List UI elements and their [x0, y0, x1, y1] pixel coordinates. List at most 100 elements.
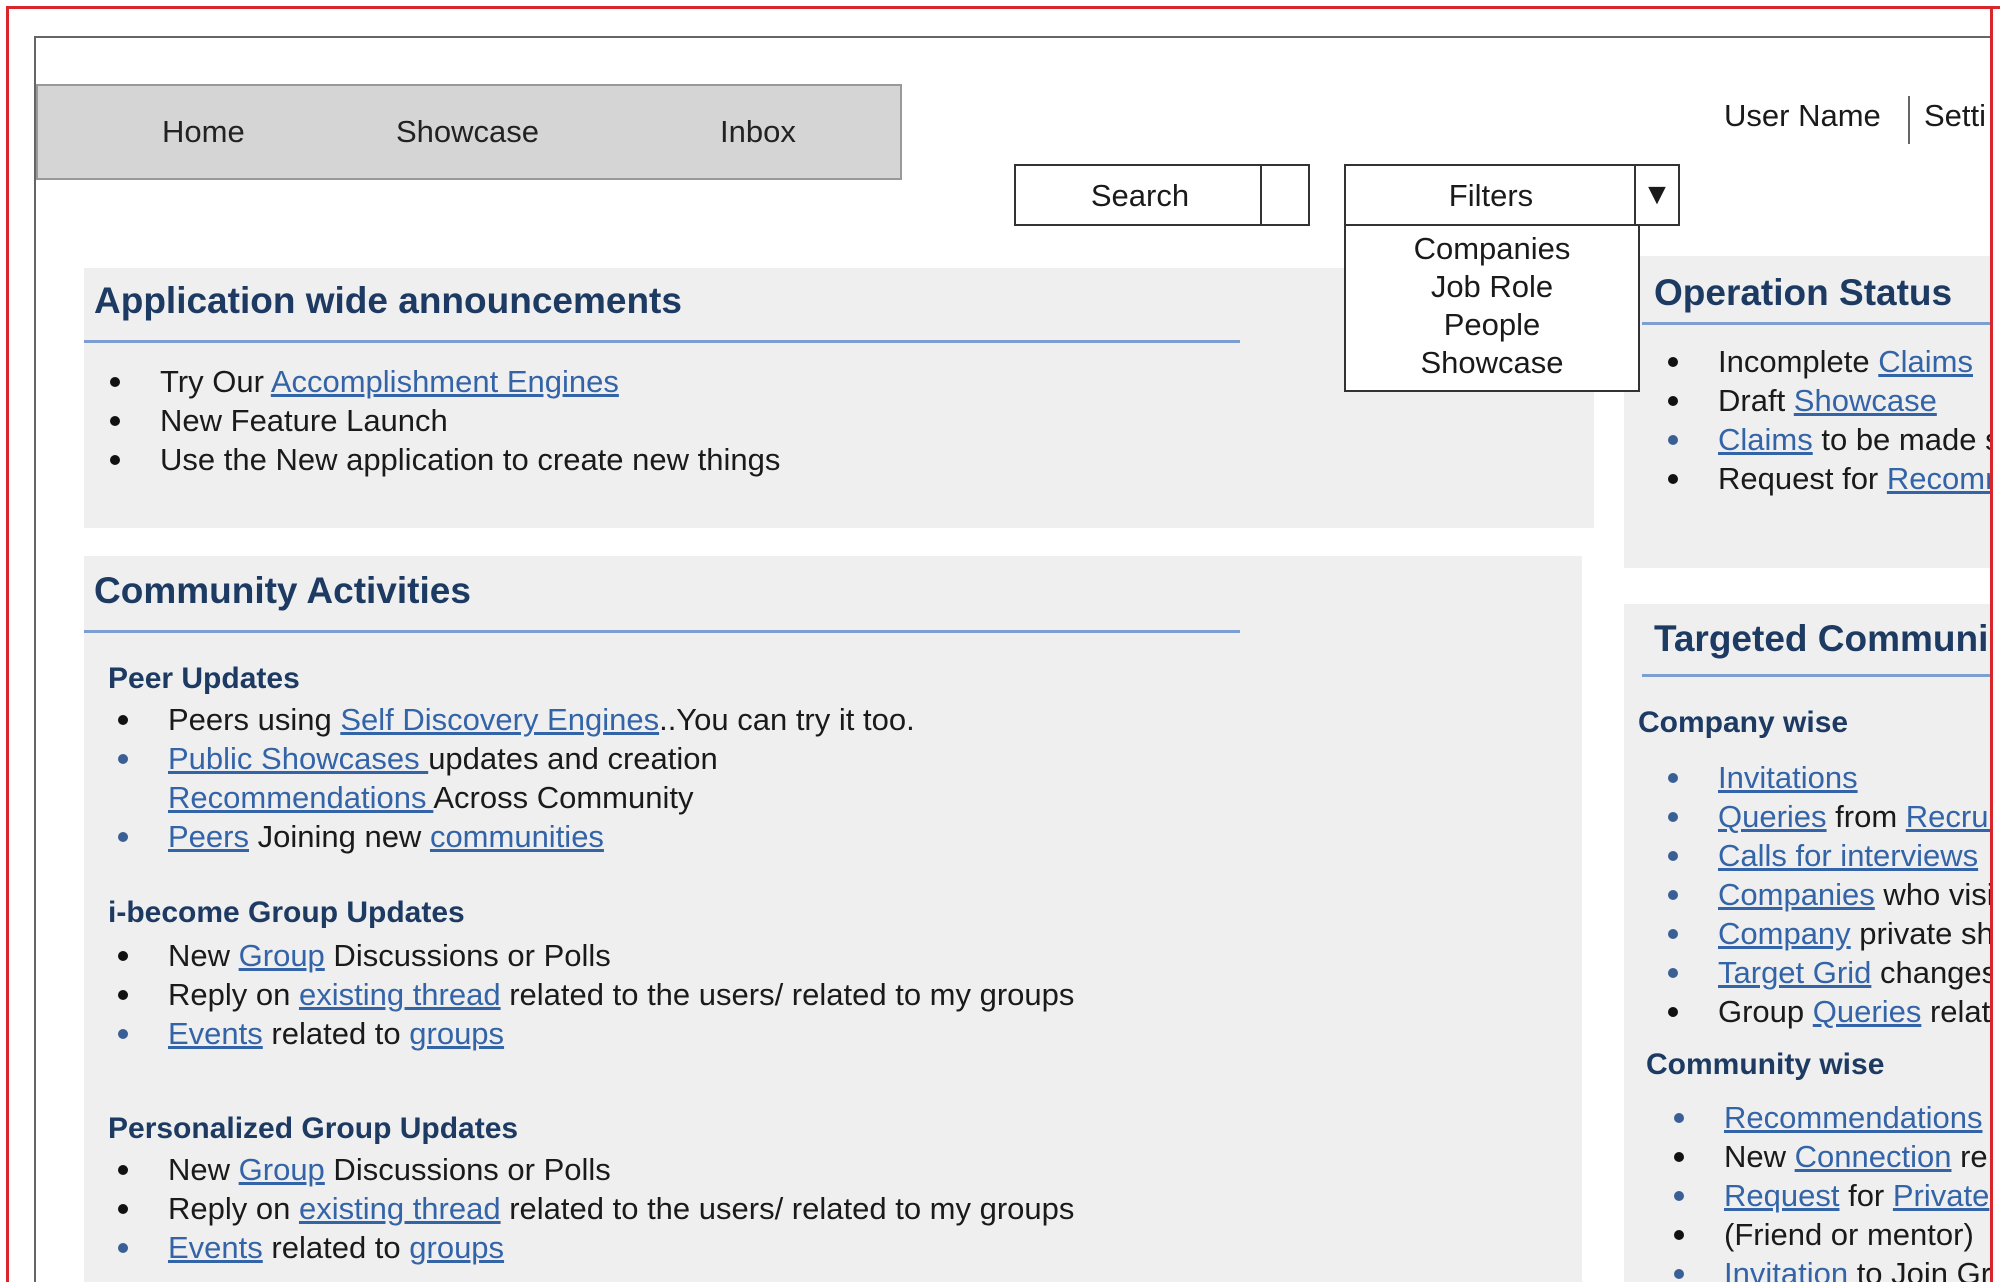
groups-link[interactable]: groups: [409, 1016, 504, 1051]
list-item: New Group Discussions or Polls: [112, 1150, 1074, 1189]
main-nav: Home Showcase Inbox: [36, 84, 902, 180]
events-link[interactable]: Events: [168, 1230, 263, 1265]
invitations-link[interactable]: Invitations: [1718, 760, 1858, 795]
operation-status-list: Incomplete Claims Draft Showcase Claims …: [1662, 342, 1992, 498]
item-text: ..You can try it too.: [659, 702, 915, 737]
app-window: Home Showcase Inbox User Name Setti Sear…: [34, 36, 1992, 1282]
events-link[interactable]: Events: [168, 1016, 263, 1051]
private-link[interactable]: Private: [1893, 1178, 1989, 1213]
bullet: [1674, 1152, 1684, 1162]
community-activities-panel: Community Activities Peer Updates Peers …: [84, 556, 1582, 1282]
item-text: Discussions or Polls: [324, 1152, 611, 1187]
group-link[interactable]: Group: [239, 1152, 325, 1187]
nav-home[interactable]: Home: [162, 114, 245, 150]
operation-divider: [1642, 322, 1992, 325]
recommendations-link[interactable]: Recommendations: [1724, 1100, 1982, 1135]
item-text: New: [168, 938, 239, 973]
invitation-link[interactable]: Invitation: [1724, 1256, 1848, 1282]
existing-thread-link[interactable]: existing thread: [299, 977, 501, 1012]
item-text: Reply on: [168, 1191, 299, 1226]
operation-status-title: Operation Status: [1654, 272, 1953, 313]
item-text: Group: [1718, 994, 1813, 1029]
bullet: [1674, 1191, 1684, 1201]
search-label: Search: [1090, 178, 1190, 213]
list-item: Reply on existing thread related to the …: [112, 975, 1074, 1014]
list-item: Peers using Self Discovery Engines..You …: [112, 700, 915, 739]
companies-link[interactable]: Companies: [1718, 877, 1875, 912]
search-input[interactable]: Search: [1014, 164, 1310, 226]
bullet: [1668, 773, 1678, 783]
item-text: Try Our: [160, 364, 271, 399]
filters-label: Filters: [1448, 178, 1534, 213]
company-link[interactable]: Company: [1718, 916, 1851, 951]
list-item: Request for Private: [1668, 1176, 1991, 1215]
chevron-down-icon[interactable]: ▼: [1634, 166, 1678, 224]
claims-link[interactable]: Claims: [1718, 422, 1813, 457]
filter-option-showcase[interactable]: Showcase: [1346, 344, 1638, 382]
recruiters-link[interactable]: Recrui: [1906, 799, 1992, 834]
request-link[interactable]: Request: [1724, 1178, 1839, 1213]
targeted-communication-panel: Targeted Communi Company wise Invitation…: [1624, 604, 1992, 1282]
ibecome-group-updates-list: New Group Discussions or Polls Reply on …: [112, 936, 1074, 1053]
groups-link[interactable]: groups: [409, 1230, 504, 1265]
announcements-list: Try Our Accomplishment Engines New Featu…: [104, 362, 780, 479]
item-text: (Friend or mentor): [1724, 1217, 1974, 1252]
company-wise-heading: Company wise: [1638, 706, 1849, 739]
user-menu-divider: [1908, 96, 1910, 144]
list-item: Invitations: [1662, 758, 1992, 797]
list-item: Draft Showcase: [1662, 381, 1992, 420]
target-grid-link[interactable]: Target Grid: [1718, 955, 1871, 990]
item-text: updates and creation: [428, 741, 718, 776]
public-showcases-link[interactable]: Public Showcases: [168, 741, 428, 776]
bullet: [1668, 435, 1678, 445]
list-item: Group Queries relat: [1662, 992, 1992, 1031]
communities-link[interactable]: communities: [430, 819, 604, 854]
peer-updates-heading: Peer Updates: [108, 662, 300, 695]
user-name-link[interactable]: User Name: [1724, 98, 1881, 134]
bullet: [1668, 357, 1678, 367]
peers-link[interactable]: Peers: [168, 819, 249, 854]
group-link[interactable]: Group: [239, 938, 325, 973]
bullet: [110, 416, 120, 426]
list-item: Company private sh: [1662, 914, 1992, 953]
bullet: [118, 1243, 128, 1253]
item-text: related to: [262, 1230, 410, 1265]
search-button[interactable]: [1260, 166, 1308, 224]
bullet: [110, 455, 120, 465]
list-item: (Friend or mentor): [1668, 1215, 1991, 1254]
bullet: [1674, 1113, 1684, 1123]
item-text: Reply on: [168, 977, 299, 1012]
list-item: Request for Recomm: [1662, 459, 1992, 498]
list-item: Queries from Recrui: [1662, 797, 1992, 836]
item-text: Across Community: [433, 780, 694, 815]
calls-for-interviews-link[interactable]: Calls for interviews: [1718, 838, 1978, 873]
recommendations-link[interactable]: Recommendations: [168, 780, 433, 815]
ibecome-group-updates-heading: i-become Group Updates: [108, 896, 465, 929]
nav-showcase[interactable]: Showcase: [396, 114, 539, 150]
bullet: [1674, 1230, 1684, 1240]
queries-link[interactable]: Queries: [1813, 994, 1922, 1029]
filter-option-people[interactable]: People: [1346, 306, 1638, 344]
community-activities-title: Community Activities: [94, 570, 471, 611]
personalized-group-updates-list: New Group Discussions or Polls Reply on …: [112, 1150, 1074, 1267]
recommendations-link[interactable]: Recomm: [1887, 461, 1992, 496]
list-item: New Group Discussions or Polls: [112, 936, 1074, 975]
filter-option-companies[interactable]: Companies: [1346, 230, 1638, 268]
claims-link[interactable]: Claims: [1878, 344, 1973, 379]
queries-link[interactable]: Queries: [1718, 799, 1827, 834]
showcase-link[interactable]: Showcase: [1794, 383, 1937, 418]
accomplishment-engines-link[interactable]: Accomplishment Engines: [271, 364, 619, 399]
nav-inbox[interactable]: Inbox: [720, 114, 796, 150]
community-divider: [84, 630, 1240, 633]
bullet: [110, 377, 120, 387]
item-text: Incomplete: [1718, 344, 1879, 379]
item-text: Joining new: [248, 819, 430, 854]
filters-dropdown[interactable]: Filters ▼: [1344, 164, 1680, 226]
item-text: New: [1724, 1139, 1795, 1174]
settings-link[interactable]: Setti: [1924, 98, 1986, 134]
filter-option-job-role[interactable]: Job Role: [1346, 268, 1638, 306]
connection-link[interactable]: Connection: [1795, 1139, 1952, 1174]
existing-thread-link[interactable]: existing thread: [299, 1191, 501, 1226]
bullet: [118, 1204, 128, 1214]
self-discovery-engines-link[interactable]: Self Discovery Engines: [340, 702, 659, 737]
